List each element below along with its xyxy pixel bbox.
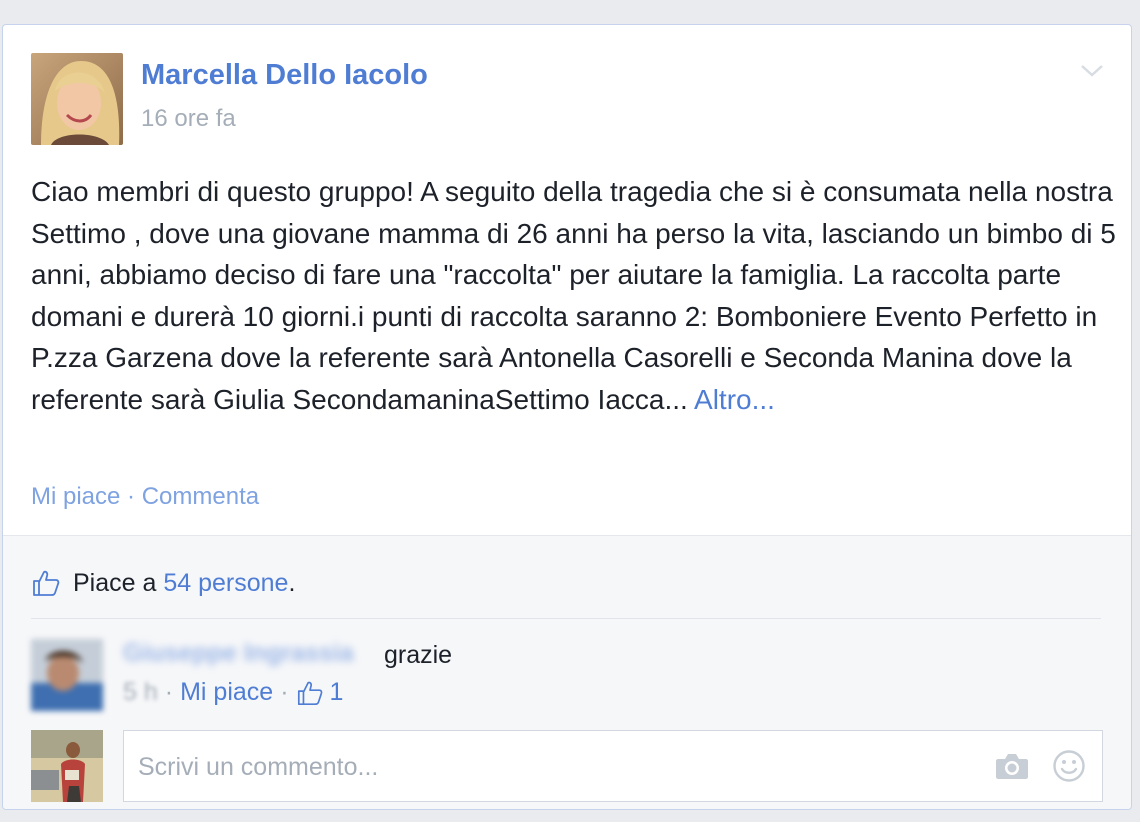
current-user-avatar xyxy=(31,730,103,802)
action-separator: · xyxy=(127,483,136,510)
post-actions: Mi piace · Commenta xyxy=(31,483,259,511)
likes-count-link[interactable]: 54 persone xyxy=(163,569,288,598)
meta-separator: · xyxy=(164,678,174,706)
post-timestamp[interactable]: 16 ore fa xyxy=(141,105,236,133)
commenter-avatar[interactable] xyxy=(31,639,103,711)
thumbs-up-icon xyxy=(31,568,61,598)
feedback-section: Piace a 54 persone. Giuseppe Ingrassia g… xyxy=(3,536,1131,809)
comment-button[interactable]: Commenta xyxy=(142,483,259,510)
post-body: Ciao membri di questo gruppo! A seguito … xyxy=(31,171,1116,420)
comment-composer xyxy=(123,730,1103,803)
comment-input[interactable] xyxy=(136,731,960,803)
camera-icon[interactable] xyxy=(994,751,1030,781)
comment-like-count[interactable]: 1 xyxy=(330,678,344,707)
post-card: Marcella Dello Iacolo 16 ore fa Ciao mem… xyxy=(2,24,1132,810)
comment-like-button[interactable]: Mi piace xyxy=(180,678,273,707)
likes-suffix: . xyxy=(288,568,296,597)
like-button[interactable]: Mi piace xyxy=(31,483,120,510)
author-avatar[interactable] xyxy=(31,53,123,145)
likes-prefix: Piace a xyxy=(73,568,157,597)
comment-text: grazie xyxy=(384,641,453,669)
divider xyxy=(31,618,1101,619)
likes-summary: Piace a 54 persone. xyxy=(31,568,295,598)
post-text: Ciao membri di questo gruppo! A seguito … xyxy=(31,176,1116,415)
comment-time[interactable]: 5 h xyxy=(123,678,158,707)
thumbs-up-icon xyxy=(296,679,324,707)
commenter-name[interactable]: Giuseppe Ingrassia xyxy=(123,639,354,668)
see-more-link[interactable]: Altro... xyxy=(694,384,775,415)
meta-separator: · xyxy=(280,678,289,706)
comment-meta: 5 h · Mi piace · 1 xyxy=(123,678,343,707)
author-name[interactable]: Marcella Dello Iacolo xyxy=(141,59,428,92)
chevron-down-icon[interactable] xyxy=(1079,61,1105,81)
smiley-icon[interactable] xyxy=(1052,749,1086,783)
